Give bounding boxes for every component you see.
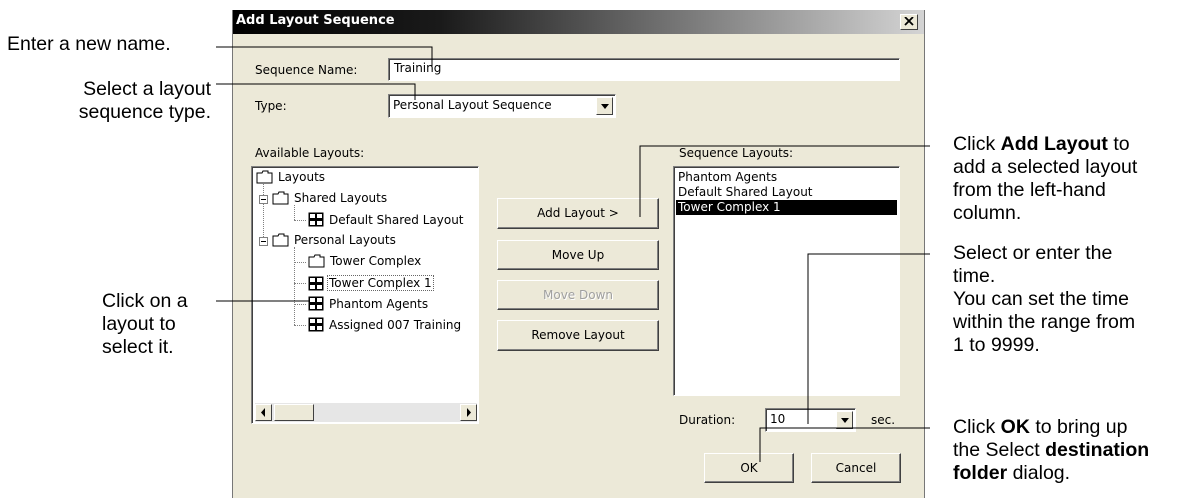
annotation-select-type: Select a layout sequence type. — [78, 78, 211, 123]
leader-line-time — [807, 253, 930, 424]
annotation-click-layout: Click on a layout to select it. — [102, 290, 188, 358]
leader-line-ok — [759, 427, 930, 462]
annotation-enter-name: Enter a new name. — [7, 33, 171, 55]
leader-line-name — [216, 46, 433, 66]
annotation-time: Select or enter the time. You can set th… — [953, 242, 1136, 356]
leader-line-add-layout — [639, 145, 930, 217]
leader-line-type — [216, 83, 416, 100]
annotation-add-layout: Click Add Layout to add a selected layou… — [953, 133, 1138, 224]
annotation-ok: Click OK to bring up the Select destinat… — [953, 416, 1150, 484]
